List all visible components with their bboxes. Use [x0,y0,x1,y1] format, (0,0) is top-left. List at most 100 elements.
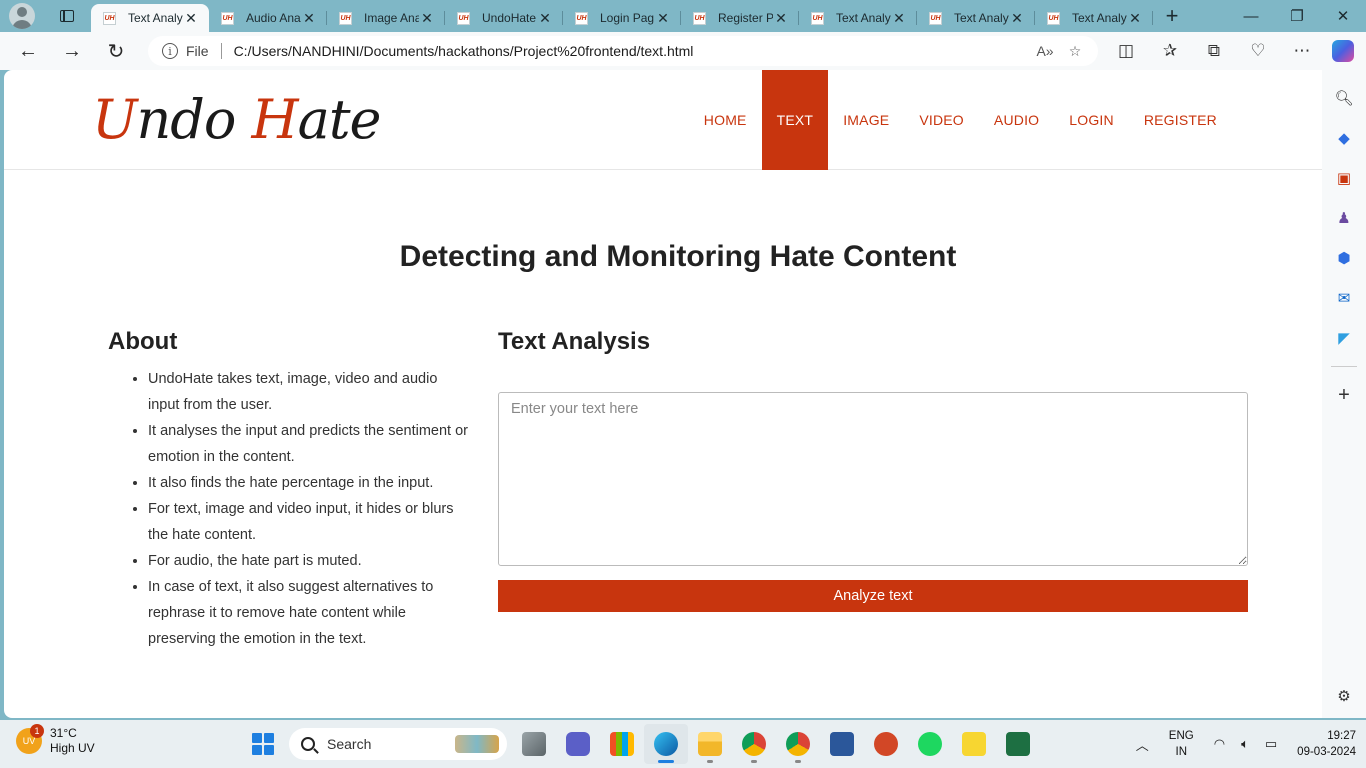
edge-browser-icon[interactable] [644,724,688,764]
toolbar-actions: ◫ ✰ ⧉ ♡ ⋯ [1104,32,1366,70]
excel-icon[interactable] [996,724,1040,764]
search-label: Search [327,736,372,752]
close-tab-icon[interactable]: ✕ [301,10,317,27]
nav-register[interactable]: REGISTER [1129,70,1232,170]
browser-tab[interactable]: UH Text Analy ✕ [91,4,209,32]
site-logo[interactable]: Undo Hate [92,88,381,151]
sidebar-m365-icon[interactable]: ⬢ [1332,246,1356,270]
browser-tab[interactable]: UH Login Pag ✕ [563,4,681,32]
refresh-icon[interactable]: ↻ [98,35,134,67]
weather-widget[interactable]: UV 1 31°C High UV [16,724,95,756]
clock[interactable]: 19:27 09-03-2024 [1285,728,1366,760]
tab-actions-icon[interactable] [55,4,79,28]
favorites-icon[interactable]: ✰ [1148,32,1192,70]
powerpoint-icon[interactable] [864,724,908,764]
chrome-profile-icon[interactable] [732,724,776,764]
sidebar-add-icon[interactable]: + [1332,383,1356,407]
close-tab-icon[interactable]: ✕ [1127,10,1143,27]
language-code: ENG [1168,730,1194,742]
weather-sun-icon: UV 1 [16,724,44,754]
profile-avatar-icon[interactable] [9,3,35,29]
spotify-icon[interactable] [908,724,952,764]
close-tab-icon[interactable]: ✕ [655,10,671,27]
browser-tab[interactable]: UH Register P ✕ [681,4,799,32]
tab-title: Text Analy [1072,11,1127,25]
browser-tab[interactable]: UH Text Analy ✕ [799,4,917,32]
weather-temp: 31°C [50,726,77,740]
new-tab-icon[interactable]: + [1157,2,1187,30]
tab-title: Login Pag [600,11,655,25]
teams-meet-icon[interactable] [556,724,600,764]
language-indicator[interactable]: ENG IN [1157,728,1206,760]
start-windows-icon[interactable] [252,733,274,755]
copilot-icon[interactable] [1332,40,1354,62]
chrome-icon[interactable] [776,724,820,764]
taskbar-apps [512,724,1040,764]
browser-tab[interactable]: UH UndoHate ✕ [445,4,563,32]
system-tray: ︿ ENG IN ◠ 🔈︎ ▭ 19:27 09-03-2024 [1128,720,1366,768]
address-bar[interactable]: i File C:/Users/NANDHINI/Documents/hacka… [148,36,1098,66]
nav-text[interactable]: TEXT [761,70,829,170]
logo-text-ndo: ndo [136,88,252,151]
nav-home[interactable]: HOME [689,70,762,170]
favorite-star-icon[interactable]: ☆ [1060,43,1090,60]
battery-icon[interactable]: ▭ [1257,736,1285,752]
nav-login[interactable]: LOGIN [1054,70,1129,170]
read-aloud-icon[interactable]: A» [1030,43,1060,59]
close-window-icon[interactable]: ✕ [1320,0,1366,32]
close-tab-icon[interactable]: ✕ [419,10,435,27]
list-item: It analyses the input and predicts the s… [148,418,468,470]
browser-tab[interactable]: UH Text Analy ✕ [1035,4,1153,32]
task-view-icon[interactable] [512,724,556,764]
tab-title: UndoHate [482,11,537,25]
sticky-notes-icon[interactable] [952,724,996,764]
analyze-text-button[interactable]: Analyze text [498,580,1248,612]
close-tab-icon[interactable]: ✕ [1009,10,1025,27]
sidebar-tools-icon[interactable]: ▣ [1332,166,1356,190]
tab-favicon-icon: UH [811,11,824,25]
notification-badge: 1 [30,724,44,738]
about-heading: About [108,328,178,355]
browser-tab[interactable]: UH Image Ana ✕ [327,4,445,32]
nav-image[interactable]: IMAGE [828,70,904,170]
tab-favicon-icon: UH [339,11,352,25]
split-screen-icon[interactable]: ◫ [1104,32,1148,70]
word-icon[interactable] [820,724,864,764]
sidebar-games-icon[interactable]: ♟ [1332,206,1356,230]
tab-favicon-icon: UH [457,11,470,25]
text-input[interactable] [498,392,1248,566]
browser-essentials-icon[interactable]: ♡ [1236,32,1280,70]
close-tab-icon[interactable]: ✕ [537,10,553,27]
restore-icon[interactable]: ❐ [1274,0,1320,32]
nav-video[interactable]: VIDEO [904,70,979,170]
sidebar-outlook-icon[interactable]: ✉ [1332,286,1356,310]
wifi-icon[interactable]: ◠ [1206,736,1233,752]
site-info-icon[interactable]: i [162,43,178,59]
back-arrow-icon[interactable]: ← [10,35,46,67]
close-tab-icon[interactable]: ✕ [773,10,789,27]
page-title: Detecting and Monitoring Hate Content [399,240,957,273]
tab-favicon-icon: UH [929,11,942,25]
sidebar-settings-gear-icon[interactable]: ⚙ [1332,684,1356,708]
minimize-icon[interactable]: — [1228,0,1274,32]
more-options-icon[interactable]: ⋯ [1280,32,1324,70]
taskbar-search[interactable]: Search [289,728,507,760]
file-explorer-icon[interactable] [688,724,732,764]
tab-title: Text Analy [836,11,891,25]
collections-icon[interactable]: ⧉ [1192,32,1236,70]
ms-store-icon[interactable] [600,724,644,764]
sidebar-drop-icon[interactable]: ◤ [1332,326,1356,350]
chevron-up-icon[interactable]: ︿ [1128,735,1157,754]
tab-title: Text Analy [128,11,183,25]
browser-tab[interactable]: UH Audio Ana ✕ [209,4,327,32]
sidebar-shopping-icon[interactable]: ◆ [1332,126,1356,150]
nav-audio[interactable]: AUDIO [979,70,1054,170]
browser-tab[interactable]: UH Text Analy ✕ [917,4,1035,32]
volume-icon[interactable]: 🔈︎ [1233,736,1257,752]
sidebar-search-icon[interactable]: 🔍︎ [1332,86,1356,110]
close-tab-icon[interactable]: ✕ [891,10,907,27]
url-text[interactable]: C:/Users/NANDHINI/Documents/hackathons/P… [234,43,1030,59]
logo-letter-u: U [92,88,138,151]
close-tab-icon[interactable]: ✕ [183,10,199,27]
forward-arrow-icon[interactable]: → [54,35,90,67]
